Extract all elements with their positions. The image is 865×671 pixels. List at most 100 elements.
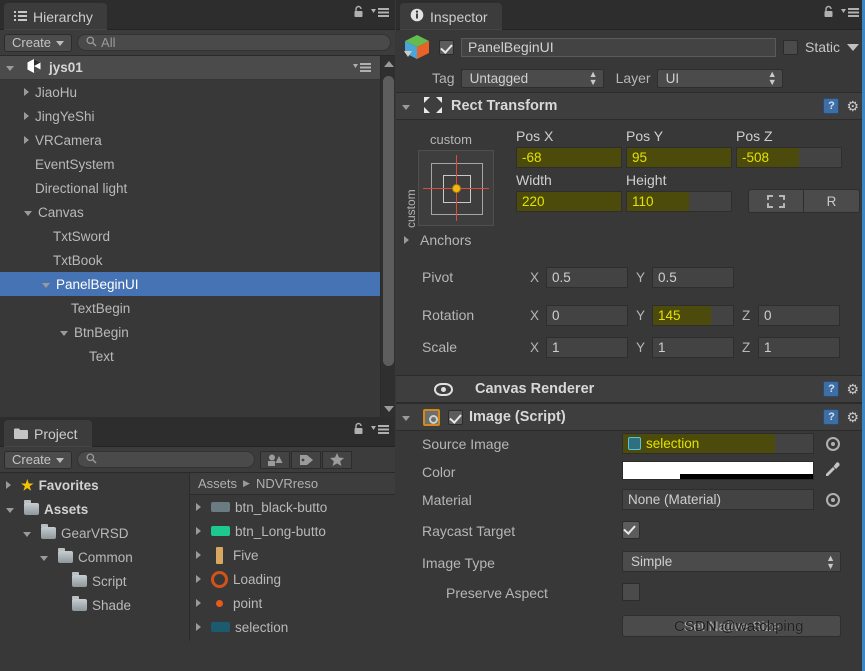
project-asset-loading[interactable]: Loading [190, 567, 395, 591]
project-asset-btn-black-butto[interactable]: btn_black-butto [190, 495, 395, 519]
hamburger-menu-icon[interactable] [371, 423, 389, 438]
tab-inspector[interactable]: Inspector [400, 3, 502, 30]
gear-icon[interactable]: ⚙ [846, 99, 859, 113]
lock-icon[interactable] [823, 5, 834, 21]
project-folder-script[interactable]: Script [0, 569, 189, 593]
static-dropdown-chevron-icon[interactable] [847, 43, 859, 51]
eyedropper-icon[interactable] [824, 461, 841, 483]
rect-transform-header[interactable]: Rect Transform ? ⚙ [396, 92, 865, 120]
expander-expanded-icon[interactable] [42, 282, 50, 288]
hierarchy-item-canvas[interactable]: Canvas [0, 200, 395, 224]
project-folder-gearvrsd[interactable]: GearVRSD [0, 521, 189, 545]
set-native-size-button[interactable]: Set Native Size [622, 615, 841, 637]
hierarchy-item-vrcamera[interactable]: VRCamera [0, 128, 395, 152]
material-picker-button[interactable] [826, 493, 840, 507]
hierarchy-item-textbegin[interactable]: TextBegin [0, 296, 395, 320]
help-book-icon[interactable]: ? [823, 98, 840, 114]
source-image-picker-button[interactable] [826, 437, 840, 451]
gameobject-name-input[interactable]: PanelBeginUI [461, 37, 776, 57]
hierarchy-item-text[interactable]: Text [0, 344, 395, 368]
anchors-foldout[interactable]: Anchors [404, 232, 471, 248]
hierarchy-scroll-thumb[interactable] [383, 76, 394, 366]
hierarchy-item-btnbegin[interactable]: BtnBegin [0, 320, 395, 344]
scene-row-jys01[interactable]: jys01 [0, 56, 395, 80]
tab-hierarchy[interactable]: Hierarchy [4, 3, 107, 30]
lock-icon[interactable] [353, 422, 364, 438]
project-asset-five[interactable]: Five [190, 543, 395, 567]
gear-icon[interactable]: ⚙ [846, 382, 859, 396]
expander-expanded-icon[interactable] [24, 210, 32, 216]
favorite-filter-icon[interactable] [322, 450, 353, 469]
project-asset-selection[interactable]: selection [190, 615, 395, 639]
expander-collapsed-icon[interactable] [196, 551, 201, 559]
image-script-enabled-checkbox[interactable] [448, 409, 463, 425]
tag-dropdown[interactable]: Untagged ▲ ▼ [460, 68, 604, 88]
project-create-button[interactable]: Create [4, 450, 73, 469]
layer-dropdown[interactable]: UI ▲ ▼ [656, 68, 783, 88]
static-checkbox[interactable] [782, 39, 798, 55]
blueprint-mode-button[interactable] [748, 189, 804, 213]
image-type-dropdown[interactable]: Simple ▲ ▼ [622, 551, 841, 572]
anchor-preset-widget[interactable] [418, 150, 494, 226]
rotation-z-input[interactable]: 0 [758, 305, 840, 326]
gameobject-enabled-checkbox[interactable] [439, 39, 454, 55]
project-favorites-row[interactable]: ★ Favorites [0, 473, 189, 497]
height-input[interactable]: 110 [626, 191, 732, 212]
hierarchy-scrollbar[interactable] [380, 56, 395, 417]
pos-y-input[interactable]: 95 [626, 147, 732, 168]
expander-collapsed-icon[interactable] [24, 136, 29, 144]
pos-x-input[interactable]: -68 [516, 147, 622, 168]
project-folder-shade[interactable]: Shade [0, 593, 189, 617]
scene-expander-icon[interactable] [6, 66, 14, 71]
expander-collapsed-icon[interactable] [24, 112, 29, 120]
expander-expanded-icon[interactable] [60, 330, 68, 336]
hierarchy-item-panelbeginui[interactable]: PanelBeginUI [0, 272, 395, 296]
anchors-expander-icon[interactable] [404, 236, 409, 244]
image-script-expander-icon[interactable] [402, 415, 410, 421]
project-search-input[interactable] [77, 451, 256, 468]
material-input[interactable]: None (Material) [622, 489, 814, 510]
project-asset-point[interactable]: point [190, 591, 395, 615]
breadcrumb-item-0[interactable]: Assets [198, 476, 237, 491]
expander-collapsed-icon[interactable] [196, 599, 201, 607]
breadcrumb-item-1[interactable]: NDVRreso [256, 476, 318, 491]
expander-collapsed-icon[interactable] [196, 623, 201, 631]
hierarchy-item-txtsword[interactable]: TxtSword [0, 224, 395, 248]
help-book-icon[interactable]: ? [823, 409, 840, 425]
width-input[interactable]: 220 [516, 191, 622, 212]
label-filter-icon[interactable] [291, 450, 322, 469]
type-filter-icon[interactable] [260, 450, 291, 469]
pos-z-input[interactable]: -508 [736, 147, 842, 168]
preserve-aspect-checkbox[interactable] [622, 583, 640, 601]
scale-z-input[interactable]: 1 [758, 337, 840, 358]
expander-collapsed-icon[interactable] [196, 575, 201, 583]
expander-collapsed-icon[interactable] [196, 527, 201, 535]
expander-collapsed-icon[interactable] [24, 88, 29, 96]
hamburger-menu-icon[interactable] [841, 6, 859, 21]
lock-icon[interactable] [353, 5, 364, 21]
hierarchy-item-directional light[interactable]: Directional light [0, 176, 395, 200]
scroll-up-arrow-icon[interactable] [384, 61, 394, 67]
hamburger-menu-icon[interactable] [371, 6, 389, 21]
raw-mode-button[interactable]: R [804, 189, 860, 213]
scroll-down-arrow-icon[interactable] [384, 406, 394, 412]
rect-transform-expander-icon[interactable] [402, 104, 410, 110]
favorites-expander-icon[interactable] [6, 481, 11, 489]
help-book-icon[interactable]: ? [823, 381, 840, 397]
scale-y-input[interactable]: 1 [652, 337, 734, 358]
expander-expanded-icon[interactable] [6, 507, 14, 513]
gear-icon[interactable]: ⚙ [846, 410, 859, 424]
tab-project[interactable]: Project [4, 420, 92, 447]
anchor-preset-box[interactable] [418, 150, 494, 226]
pivot-x-input[interactable]: 0.5 [546, 267, 628, 288]
hierarchy-search-input[interactable]: All [77, 34, 391, 51]
scene-menu-icon[interactable] [353, 62, 371, 73]
hierarchy-item-jiaohu[interactable]: JiaoHu [0, 80, 395, 104]
scale-x-input[interactable]: 1 [546, 337, 628, 358]
rotation-y-input[interactable]: 145 [652, 305, 734, 326]
hierarchy-item-txtbook[interactable]: TxtBook [0, 248, 395, 272]
hierarchy-item-jingyeshi[interactable]: JingYeShi [0, 104, 395, 128]
pivot-y-input[interactable]: 0.5 [652, 267, 734, 288]
expander-collapsed-icon[interactable] [196, 503, 201, 511]
project-folder-assets[interactable]: Assets [0, 497, 189, 521]
